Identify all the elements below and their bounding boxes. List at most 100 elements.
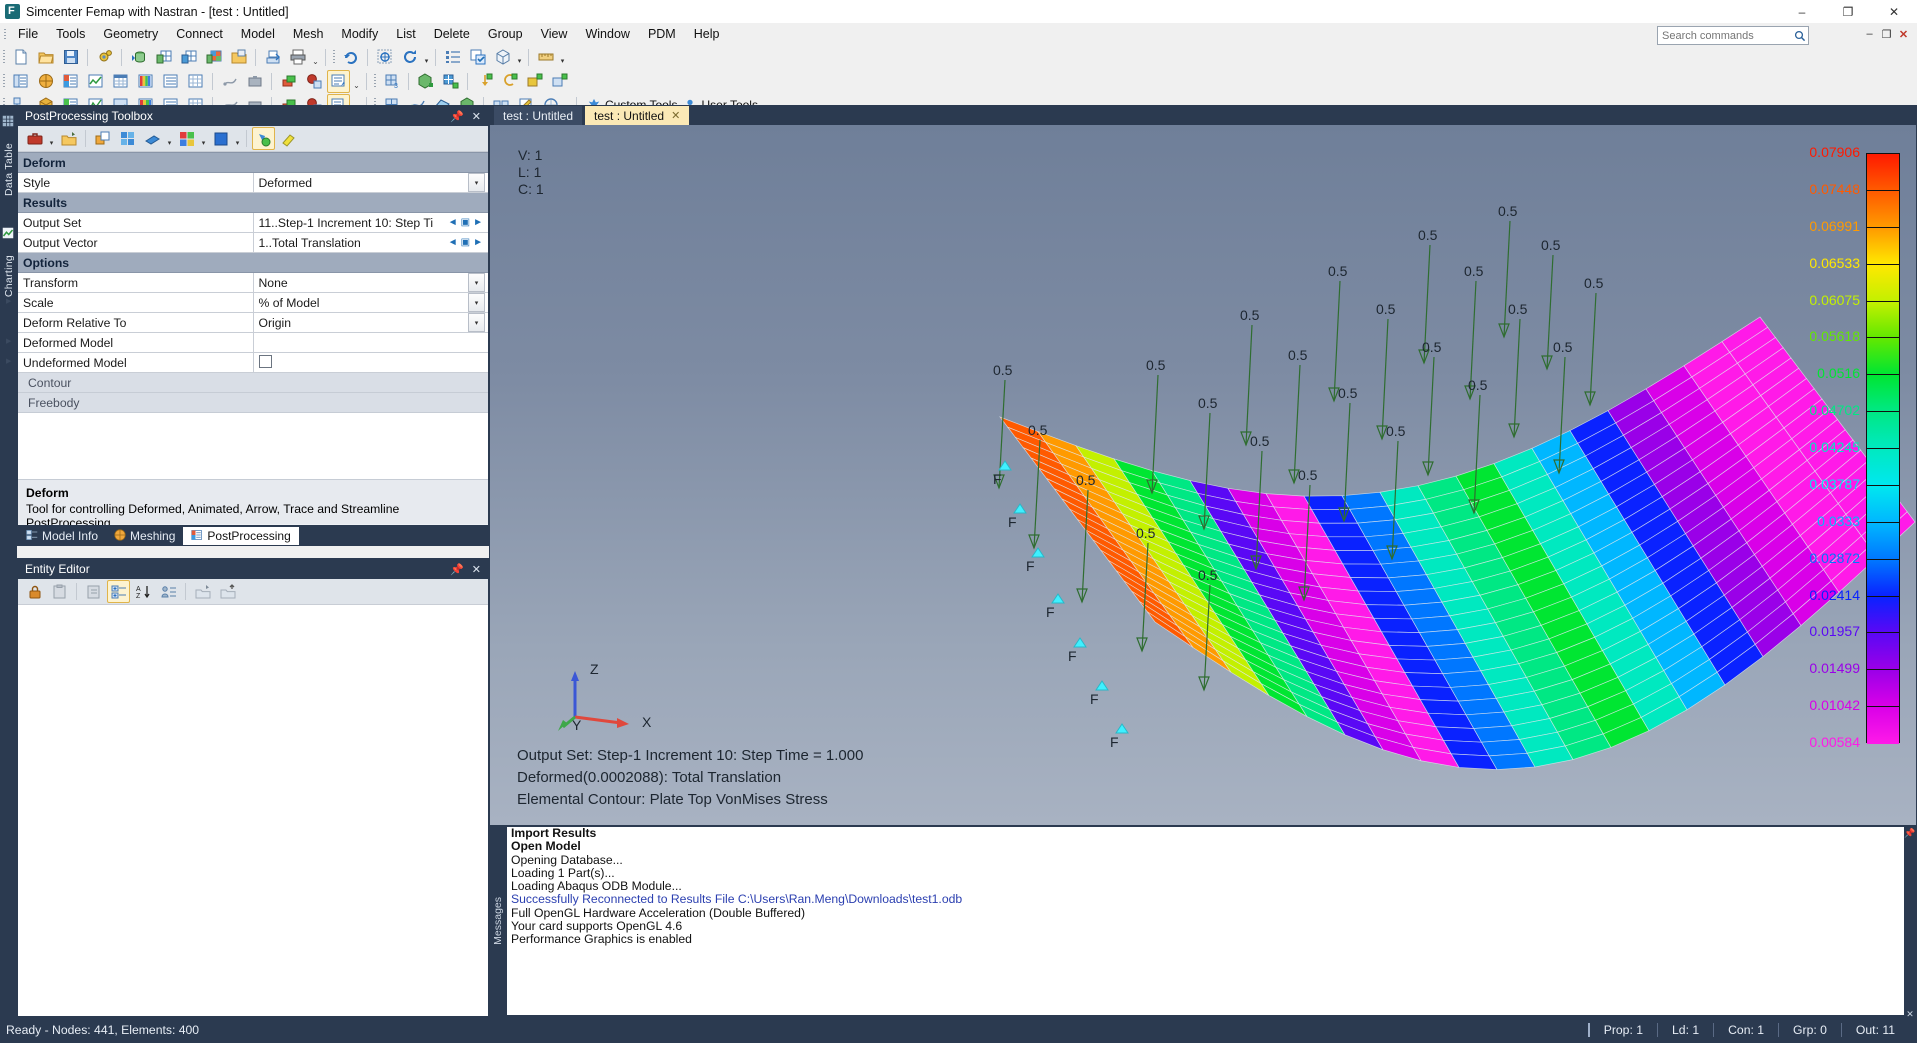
menu-grip[interactable]	[0, 23, 9, 45]
property-row-deformed-model[interactable]: ▶ Deformed Model	[6, 332, 488, 353]
rotate-view-dropdown-icon[interactable]: ▾	[422, 44, 431, 70]
property-row-transform[interactable]: Transform None ▾	[18, 272, 488, 293]
solid-icon[interactable]	[414, 70, 437, 93]
group-icon[interactable]	[157, 580, 180, 603]
palette-tool-icon[interactable]	[175, 127, 198, 150]
list-pane-icon[interactable]	[159, 70, 182, 93]
close-icon[interactable]: ✕	[472, 110, 481, 123]
entity-editor-toggle-icon[interactable]	[327, 69, 350, 93]
export-model-icon[interactable]	[227, 46, 250, 69]
surface-mesh-icon[interactable]	[439, 70, 462, 93]
document-tab-2[interactable]: test : Untitled ✕	[585, 106, 690, 125]
close-icon[interactable]: ✕	[671, 109, 680, 122]
meshing-pane-icon[interactable]	[34, 70, 57, 93]
graphics-viewport[interactable]: V: 1 L: 1 C: 1 0.5 0.5 0.5 0.5 0.5 0.5 0.5 0.5 0…	[490, 125, 1916, 825]
save-icon[interactable]	[216, 580, 239, 603]
tab-postprocessing[interactable]: PostProcessing	[183, 527, 299, 545]
vector-tool-dropdown-icon[interactable]: ▾	[165, 126, 174, 152]
mesh-3d-icon[interactable]: 3	[380, 70, 403, 93]
connection-tool-icon[interactable]	[218, 70, 241, 93]
menu-item-tools[interactable]: Tools	[47, 25, 94, 43]
print-preview-icon[interactable]	[261, 46, 284, 69]
maximize-button[interactable]: ❐	[1825, 0, 1871, 23]
prev-arrow-icon[interactable]: ◄	[448, 217, 458, 228]
vector-tool-icon[interactable]	[141, 127, 164, 150]
search-icon[interactable]	[1792, 30, 1808, 42]
search-input[interactable]	[1658, 27, 1792, 44]
reset-postprocessing-icon[interactable]	[277, 127, 300, 150]
toolbox-open-icon[interactable]	[57, 127, 80, 150]
close-button[interactable]: ✕	[1871, 0, 1917, 23]
toolbar-grip[interactable]	[0, 47, 8, 67]
charting-pane-icon[interactable]	[84, 70, 107, 93]
analysis-tool-icon[interactable]	[243, 70, 266, 93]
select-vector-icon[interactable]: ▣	[461, 237, 470, 248]
lock-icon[interactable]	[23, 580, 46, 603]
close-icon[interactable]: ✕	[472, 563, 481, 576]
deform-tool-icon[interactable]	[91, 127, 114, 150]
property-row-output-vector[interactable]: Output Vector 1..Total Translation ◄ ▣ ►	[18, 232, 488, 253]
fill-color-dropdown-icon[interactable]: ▾	[233, 126, 242, 152]
property-icon[interactable]	[548, 70, 571, 93]
load-icon[interactable]	[473, 70, 496, 93]
menu-item-mesh[interactable]: Mesh	[284, 25, 333, 43]
toolbar-grip[interactable]	[0, 71, 8, 91]
view-select-entity-icon[interactable]	[302, 70, 325, 93]
save-file-icon[interactable]	[59, 46, 82, 69]
document-tab-1[interactable]: test : Untitled	[494, 106, 583, 125]
menu-item-window[interactable]: Window	[576, 25, 638, 43]
grid-pane-icon[interactable]	[184, 70, 207, 93]
undo-view-icon[interactable]	[339, 46, 362, 69]
chevron-down-icon[interactable]: ▾	[468, 293, 485, 312]
menu-item-geometry[interactable]: Geometry	[94, 25, 167, 43]
fill-color-icon[interactable]	[209, 127, 232, 150]
measure-icon[interactable]	[534, 46, 557, 69]
mdi-restore-button[interactable]: ❐	[1879, 26, 1894, 42]
data-table-pane-icon[interactable]	[109, 70, 132, 93]
tab-model-info[interactable]: Model Info	[18, 527, 106, 545]
view-style-dropdown-icon[interactable]: ▾	[515, 44, 524, 70]
categorized-icon[interactable]	[107, 580, 130, 603]
open-file-icon[interactable]	[34, 46, 57, 69]
copy-properties-icon[interactable]	[82, 580, 105, 603]
section-contour[interactable]: Contour	[18, 373, 488, 393]
chevron-down-icon[interactable]: ▾	[468, 273, 485, 292]
view-style-icon[interactable]	[491, 46, 514, 69]
pin-icon[interactable]: 📌	[450, 563, 464, 576]
property-row-deform-relative-to[interactable]: Deform Relative To Origin ▾	[18, 312, 488, 333]
preferences-gear-icon[interactable]	[93, 46, 116, 69]
select-set-icon[interactable]: ▣	[461, 217, 470, 228]
model-info-pane-icon[interactable]	[9, 70, 32, 93]
menu-item-model[interactable]: Model	[232, 25, 284, 43]
menu-item-modify[interactable]: Modify	[332, 25, 387, 43]
pin-icon[interactable]: 📌	[1904, 828, 1915, 839]
section-freebody[interactable]: Freebody	[18, 393, 488, 413]
undeformed-model-checkbox[interactable]	[258, 354, 272, 368]
material-icon[interactable]	[523, 70, 546, 93]
rotate-view-icon[interactable]	[398, 46, 421, 69]
expand-arrow-icon[interactable]: ▶	[6, 357, 14, 365]
expand-arrow-icon[interactable]: ▶	[6, 297, 14, 305]
add-model-icon[interactable]	[177, 46, 200, 69]
menu-item-delete[interactable]: Delete	[425, 25, 479, 43]
sort-alpha-icon[interactable]: AZ	[132, 580, 155, 603]
next-arrow-icon[interactable]: ►	[473, 237, 483, 248]
mdi-minimize-button[interactable]: –	[1862, 26, 1877, 42]
chevron-down-icon[interactable]: ▾	[468, 313, 485, 332]
pin-icon[interactable]: 📌	[450, 110, 464, 123]
output-set-spinner[interactable]: ◄ ▣ ►	[448, 217, 483, 228]
palette-tool-dropdown-icon[interactable]: ▾	[199, 126, 208, 152]
chevron-down-icon[interactable]: ▾	[468, 173, 485, 192]
constraint-icon[interactable]	[498, 70, 521, 93]
next-arrow-icon[interactable]: ►	[473, 217, 483, 228]
property-row-style[interactable]: Style Deformed ▾	[18, 172, 488, 193]
paste-icon[interactable]	[48, 580, 71, 603]
toolbox-select-icon[interactable]	[23, 127, 46, 150]
toolbar-grip[interactable]	[371, 71, 379, 91]
sidebar-item-data-table[interactable]: Data Table	[0, 111, 17, 215]
toolbar-grip[interactable]	[330, 47, 338, 67]
print-icon[interactable]	[286, 46, 309, 69]
expand-arrow-icon[interactable]: ▶	[6, 337, 14, 345]
menu-item-pdm[interactable]: PDM	[639, 25, 685, 43]
contour-tool-icon[interactable]	[116, 127, 139, 150]
